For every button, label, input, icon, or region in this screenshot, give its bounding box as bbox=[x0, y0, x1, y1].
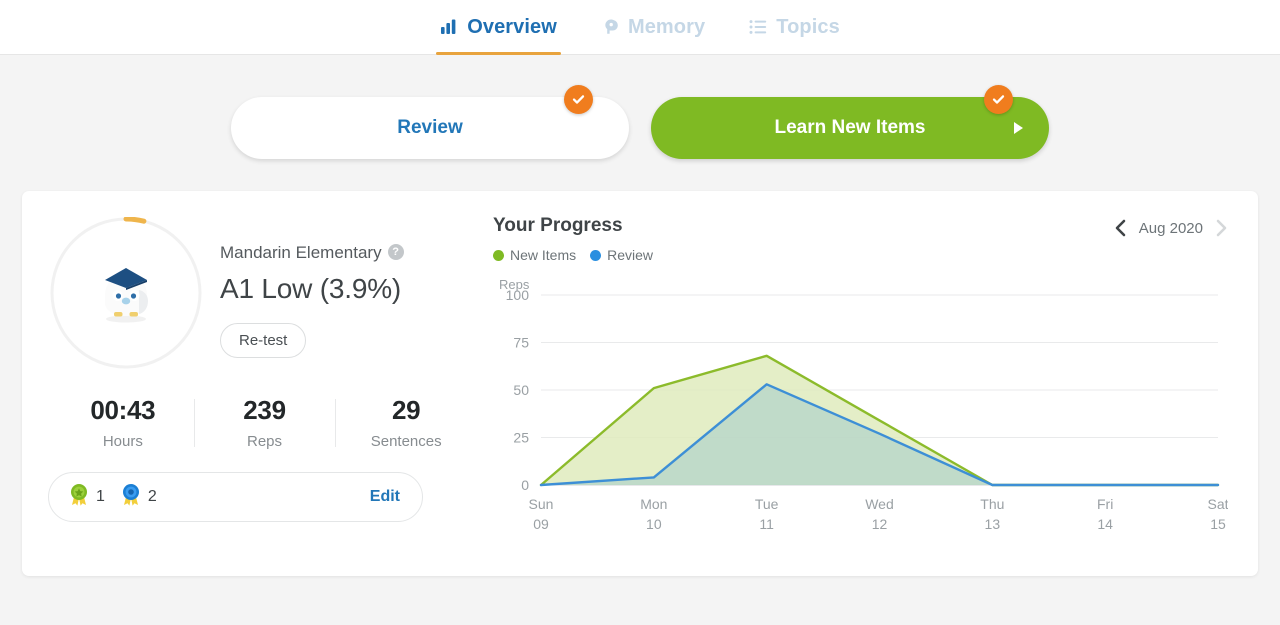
legend-label-new-items: New Items bbox=[510, 247, 577, 263]
month-label: Aug 2020 bbox=[1138, 219, 1203, 237]
profile-panel: Mandarin Elementary ? A1 Low (3.9%) Re-t… bbox=[22, 215, 477, 576]
progress-panel: Your Progress New Items Review Aug 2020 … bbox=[477, 215, 1262, 576]
badge-item-green: 1 bbox=[67, 483, 105, 512]
learn-new-items-label: Learn New Items bbox=[774, 117, 926, 138]
tab-overview-label: Overview bbox=[467, 15, 557, 38]
x-tick-date: 12 bbox=[872, 516, 888, 532]
stat-sentences-value: 29 bbox=[392, 395, 421, 425]
action-buttons: Review Learn New Items bbox=[0, 85, 1280, 159]
dashboard-card: Mandarin Elementary ? A1 Low (3.9%) Re-t… bbox=[22, 191, 1258, 576]
stat-reps: 239 Reps bbox=[193, 395, 336, 450]
x-tick-day: Sat bbox=[1207, 496, 1228, 512]
green-star-medal-icon bbox=[67, 483, 91, 512]
x-tick-day: Mon bbox=[640, 496, 667, 512]
stat-reps-label: Reps bbox=[246, 433, 283, 450]
stat-sentences-label: Sentences bbox=[370, 433, 442, 450]
stats-row: 00:43 Hours 239 Reps 29 Sentences bbox=[46, 395, 477, 450]
question-mark-icon[interactable]: ? bbox=[387, 244, 404, 260]
y-tick-label: 25 bbox=[513, 430, 529, 446]
chart-svg: 0255075100Sun09Mon10Tue11Wed12Thu13Fri14… bbox=[506, 287, 1229, 532]
legend-dot-new-items bbox=[493, 249, 504, 261]
stat-hours-label: Hours bbox=[102, 433, 143, 450]
month-navigator: Aug 2020 bbox=[1114, 219, 1228, 237]
course-name-row: Mandarin Elementary ? bbox=[220, 243, 404, 263]
x-tick-date: 14 bbox=[1097, 516, 1113, 532]
stat-hours-value: 00:43 bbox=[90, 395, 156, 425]
x-tick-day: Thu bbox=[980, 496, 1004, 512]
chevron-right-icon bbox=[1215, 219, 1228, 237]
badges-pill: 1 2 Edit bbox=[48, 472, 423, 522]
x-tick-date: 13 bbox=[985, 516, 1001, 532]
legend-dot-review bbox=[590, 249, 602, 261]
x-tick-day: Tue bbox=[755, 496, 779, 512]
tab-memory[interactable]: Memory bbox=[597, 0, 709, 55]
review-check-badge bbox=[564, 85, 593, 114]
list-icon bbox=[749, 18, 767, 36]
badge-count-blue: 2 bbox=[147, 488, 157, 505]
chart-legend: New Items Review bbox=[493, 247, 653, 263]
learn-button-wrapper: Learn New Items bbox=[651, 85, 1049, 159]
chart-header: Your Progress New Items Review Aug 2020 bbox=[493, 215, 1228, 263]
legend-item-review: Review bbox=[590, 247, 653, 263]
top-navigation: Overview Memory Topics bbox=[0, 0, 1280, 55]
tab-overview[interactable]: Overview bbox=[436, 0, 561, 55]
bar-chart-icon bbox=[440, 18, 458, 36]
x-tick-date: 09 bbox=[533, 516, 549, 532]
tab-topics[interactable]: Topics bbox=[745, 0, 844, 55]
x-tick-day: Fri bbox=[1097, 496, 1113, 512]
x-tick-date: 10 bbox=[646, 516, 662, 532]
play-arrow-icon bbox=[1014, 122, 1023, 134]
x-tick-date: 15 bbox=[1210, 516, 1226, 532]
badge-group: 1 2 bbox=[67, 483, 157, 512]
blue-circle-medal-icon bbox=[119, 483, 143, 512]
x-tick-date: 11 bbox=[759, 516, 774, 532]
profile-info: Mandarin Elementary ? A1 Low (3.9%) Re-t… bbox=[220, 215, 404, 358]
progress-ring bbox=[50, 216, 202, 369]
y-tick-label: 50 bbox=[513, 382, 529, 398]
stat-reps-value: 239 bbox=[243, 395, 286, 425]
progress-chart: Reps 0 25 50 75 100 Sun 09 Mon 10 Tue 11 Wed 12 Thu 13… bbox=[493, 277, 1229, 542]
profile-row: Mandarin Elementary ? A1 Low (3.9%) Re-t… bbox=[46, 215, 477, 369]
penguin-graduate-avatar bbox=[90, 257, 162, 329]
legend-label-review: Review bbox=[607, 247, 654, 263]
edit-badges-link[interactable]: Edit bbox=[370, 488, 400, 506]
y-axis-unit-label: Reps bbox=[499, 277, 530, 292]
chart-title: Your Progress bbox=[493, 215, 623, 236]
review-button-wrapper: Review bbox=[231, 85, 629, 159]
y-tick-label: 0 bbox=[521, 477, 529, 493]
course-name-label: Mandarin Elementary bbox=[220, 243, 382, 262]
badge-item-blue: 2 bbox=[119, 483, 157, 512]
x-tick-day: Wed bbox=[865, 496, 894, 512]
legend-item-new-items: New Items bbox=[493, 247, 576, 263]
x-tick-day: Sun bbox=[529, 496, 554, 512]
badge-count-green: 1 bbox=[96, 488, 105, 505]
re-test-button[interactable]: Re-test bbox=[220, 323, 307, 358]
chevron-left-icon[interactable] bbox=[1114, 219, 1127, 237]
tab-topics-label: Topics bbox=[776, 15, 840, 38]
level-label: A1 Low (3.9%) bbox=[220, 273, 402, 304]
y-tick-label: 75 bbox=[513, 335, 529, 351]
tab-memory-label: Memory bbox=[627, 15, 706, 38]
stat-hours: 00:43 Hours bbox=[52, 395, 194, 450]
stat-sentences: 29 Sentences bbox=[335, 395, 477, 450]
head-brain-icon bbox=[601, 18, 619, 36]
chart-title-block: Your Progress New Items Review bbox=[493, 215, 653, 263]
learn-check-badge bbox=[984, 85, 1013, 114]
